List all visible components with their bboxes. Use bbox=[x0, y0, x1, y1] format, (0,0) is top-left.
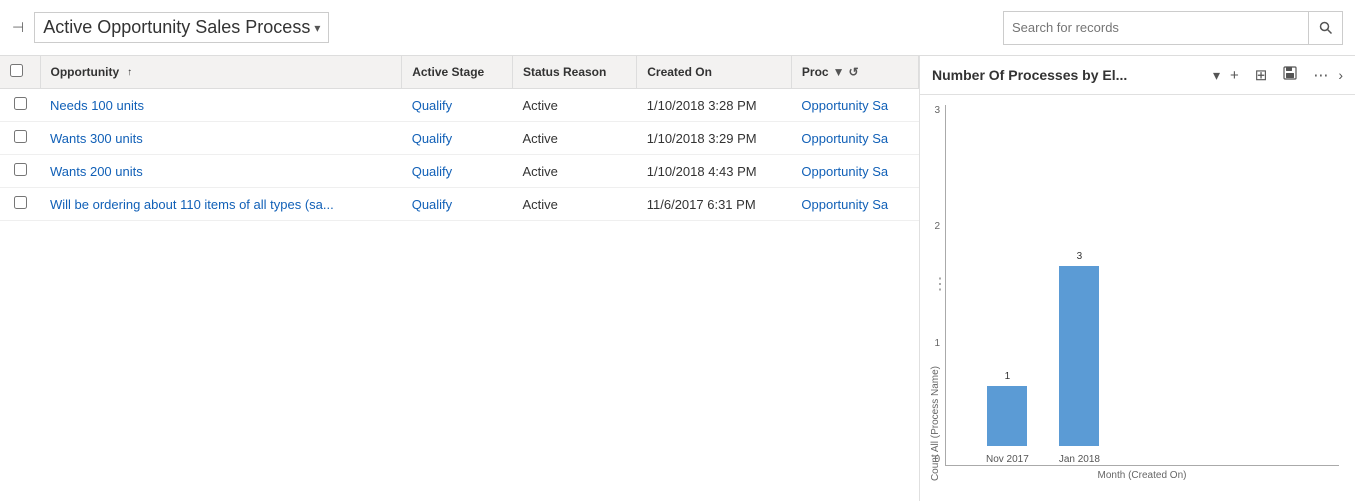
search-icon bbox=[1319, 21, 1333, 35]
table-body: Needs 100 units Qualify Active 1/10/2018… bbox=[0, 89, 919, 221]
opportunity-link[interactable]: Wants 300 units bbox=[50, 131, 143, 146]
created-on-cell: 1/10/2018 4:43 PM bbox=[637, 155, 792, 188]
row-checkbox[interactable] bbox=[14, 163, 27, 176]
created-on-cell: 11/6/2017 6:31 PM bbox=[637, 188, 792, 221]
bar-rect bbox=[1059, 266, 1099, 446]
created-on-header: Created On bbox=[637, 56, 792, 89]
bar-label: Nov 2017 bbox=[986, 454, 1029, 465]
header-bar: ⊣ Active Opportunity Sales Process ▾ bbox=[0, 0, 1355, 56]
search-container bbox=[1003, 11, 1343, 45]
search-button[interactable] bbox=[1308, 11, 1342, 45]
process-link[interactable]: Opportunity Sa bbox=[801, 131, 888, 146]
chart-expand-button[interactable]: › bbox=[1338, 67, 1343, 83]
table-row: Wants 200 units Qualify Active 1/10/2018… bbox=[0, 155, 919, 188]
status-reason-cell: Active bbox=[512, 122, 636, 155]
chart-plot: ⋮ 0 1 2 3 1 Nov 2017 3 Jan 2018 bbox=[945, 105, 1339, 466]
active-stage-link[interactable]: Qualify bbox=[412, 98, 452, 113]
title-container: Active Opportunity Sales Process ▾ bbox=[34, 12, 329, 43]
sort-icon[interactable]: ↑ bbox=[127, 67, 132, 78]
process-label: Proc bbox=[802, 65, 829, 79]
process-link[interactable]: Opportunity Sa bbox=[801, 98, 888, 113]
process-cell: Opportunity Sa bbox=[791, 188, 918, 221]
bar-label: Jan 2018 bbox=[1059, 454, 1100, 465]
refresh-icon[interactable]: ↺ bbox=[848, 65, 858, 79]
active-stage-header: Active Stage bbox=[402, 56, 513, 89]
row-checkbox-cell bbox=[0, 122, 40, 155]
x-axis-label: Month (Created On) bbox=[945, 470, 1339, 481]
y-ticks: 0 1 2 3 bbox=[916, 105, 940, 465]
chart-title: Number Of Processes by El... bbox=[932, 67, 1207, 83]
process-link[interactable]: Opportunity Sa bbox=[801, 164, 888, 179]
row-checkbox-cell bbox=[0, 188, 40, 221]
opportunity-link[interactable]: Wants 200 units bbox=[50, 164, 143, 179]
chart-title-dropdown[interactable]: ▾ bbox=[1213, 67, 1220, 84]
chart-inner: ⋮ 0 1 2 3 1 Nov 2017 3 Jan 2018 Month bbox=[945, 105, 1339, 481]
active-stage-cell: Qualify bbox=[402, 122, 513, 155]
chart-add-button[interactable]: + bbox=[1226, 65, 1243, 86]
row-checkbox-cell bbox=[0, 155, 40, 188]
status-reason-cell: Active bbox=[512, 89, 636, 122]
bar-rect bbox=[987, 386, 1027, 446]
bar-value: 3 bbox=[1077, 251, 1083, 262]
chart-header-actions: + ⊞ ⋯ bbox=[1226, 64, 1332, 86]
chart-section: Number Of Processes by El... ▾ + ⊞ ⋯ › C… bbox=[920, 56, 1355, 501]
checkbox-header bbox=[0, 56, 40, 89]
status-reason-cell: Active bbox=[512, 155, 636, 188]
opportunity-cell: Will be ordering about 110 items of all … bbox=[40, 188, 402, 221]
save-icon bbox=[1283, 66, 1297, 80]
select-all-checkbox[interactable] bbox=[10, 64, 23, 77]
bars-group: 1 Nov 2017 3 Jan 2018 bbox=[966, 265, 1100, 465]
active-stage-cell: Qualify bbox=[402, 89, 513, 122]
active-stage-link[interactable]: Qualify bbox=[412, 164, 452, 179]
table-row: Will be ordering about 110 items of all … bbox=[0, 188, 919, 221]
table-row: Needs 100 units Qualify Active 1/10/2018… bbox=[0, 89, 919, 122]
table-header-row: Opportunity ↑ Active Stage Status Reason… bbox=[0, 56, 919, 89]
active-stage-link[interactable]: Qualify bbox=[412, 197, 452, 212]
y-tick-1: 1 bbox=[916, 338, 940, 349]
status-reason-cell: Active bbox=[512, 188, 636, 221]
bar-value: 1 bbox=[1005, 371, 1011, 382]
opportunity-cell: Needs 100 units bbox=[40, 89, 402, 122]
table-row: Wants 300 units Qualify Active 1/10/2018… bbox=[0, 122, 919, 155]
created-on-cell: 1/10/2018 3:29 PM bbox=[637, 122, 792, 155]
process-link[interactable]: Opportunity Sa bbox=[801, 197, 888, 212]
bar-item: 1 Nov 2017 bbox=[986, 371, 1029, 465]
y-tick-0: 0 bbox=[916, 454, 940, 465]
chart-header: Number Of Processes by El... ▾ + ⊞ ⋯ › bbox=[920, 56, 1355, 95]
opportunity-link[interactable]: Needs 100 units bbox=[50, 98, 144, 113]
chart-save-button[interactable] bbox=[1279, 64, 1301, 86]
list-section: Opportunity ↑ Active Stage Status Reason… bbox=[0, 56, 920, 501]
title-dropdown-icon[interactable]: ▾ bbox=[314, 21, 320, 35]
process-cell: Opportunity Sa bbox=[791, 122, 918, 155]
bar-item: 3 Jan 2018 bbox=[1059, 251, 1100, 465]
active-stage-link[interactable]: Qualify bbox=[412, 131, 452, 146]
row-checkbox[interactable] bbox=[14, 130, 27, 143]
pin-icon: ⊣ bbox=[12, 19, 24, 36]
row-checkbox[interactable] bbox=[14, 196, 27, 209]
process-cell: Opportunity Sa bbox=[791, 155, 918, 188]
y-tick-2: 2 bbox=[916, 221, 940, 232]
created-on-cell: 1/10/2018 3:28 PM bbox=[637, 89, 792, 122]
opportunity-label: Opportunity bbox=[51, 65, 120, 79]
filter-icon[interactable]: ▼ bbox=[833, 65, 845, 79]
page-title: Active Opportunity Sales Process bbox=[43, 17, 310, 38]
active-stage-cell: Qualify bbox=[402, 188, 513, 221]
active-stage-cell: Qualify bbox=[402, 155, 513, 188]
process-cell: Opportunity Sa bbox=[791, 89, 918, 122]
data-table: Opportunity ↑ Active Stage Status Reason… bbox=[0, 56, 919, 221]
opportunity-cell: Wants 200 units bbox=[40, 155, 402, 188]
chart-area: Count All (Process Name) ⋮ 0 1 2 3 1 bbox=[920, 95, 1355, 501]
chart-layout-button[interactable]: ⊞ bbox=[1251, 64, 1272, 86]
opportunity-cell: Wants 300 units bbox=[40, 122, 402, 155]
opportunity-header: Opportunity ↑ bbox=[40, 56, 402, 89]
opportunity-link[interactable]: Will be ordering about 110 items of all … bbox=[50, 197, 334, 212]
status-reason-header: Status Reason bbox=[512, 56, 636, 89]
process-header: Proc ▼ ↺ bbox=[791, 56, 918, 89]
row-checkbox-cell bbox=[0, 89, 40, 122]
y-tick-3: 3 bbox=[916, 105, 940, 116]
main-content: Opportunity ↑ Active Stage Status Reason… bbox=[0, 56, 1355, 501]
row-checkbox[interactable] bbox=[14, 97, 27, 110]
chart-more-button[interactable]: ⋯ bbox=[1309, 64, 1332, 86]
search-input[interactable] bbox=[1004, 20, 1308, 35]
